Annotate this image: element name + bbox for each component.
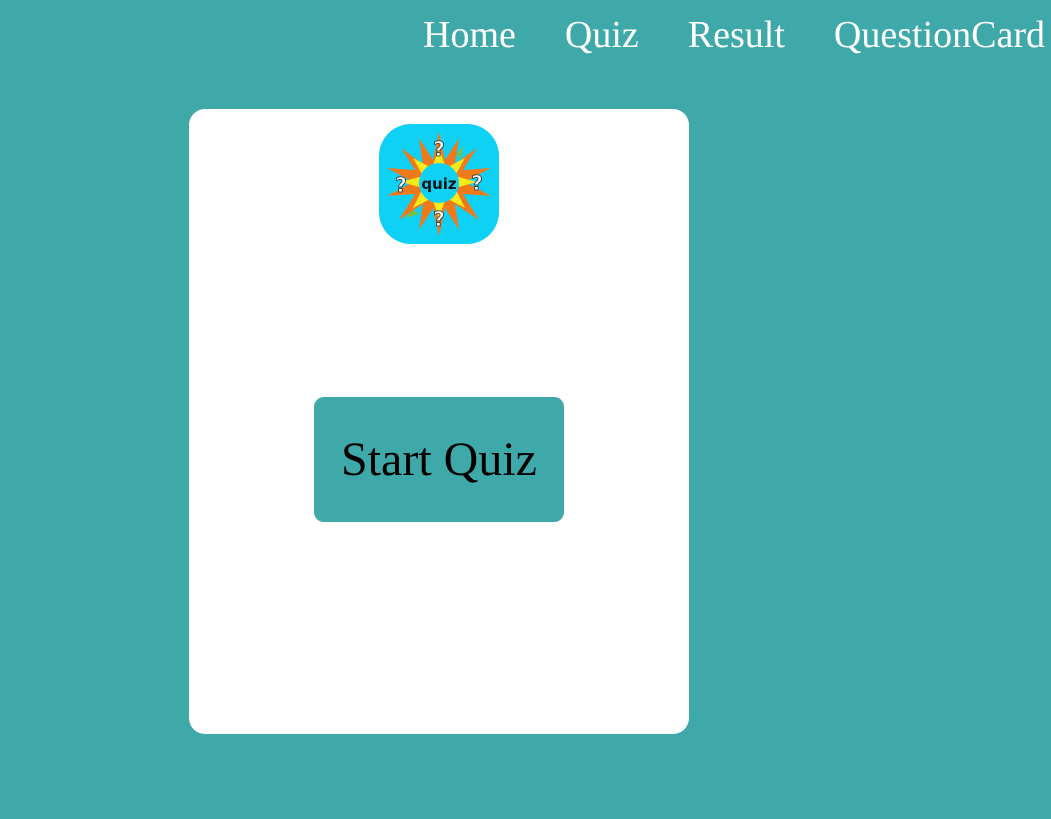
logo-question-mark: ? <box>433 137 445 161</box>
nav-questioncard[interactable]: QuestionCard <box>834 16 1045 54</box>
quiz-card: quiz ? ? ? ? Start Quiz <box>189 109 689 734</box>
nav-result[interactable]: Result <box>688 16 785 54</box>
logo-question-mark: ? <box>471 171 483 195</box>
nav-home[interactable]: Home <box>423 16 516 54</box>
top-nav: Home Quiz Result QuestionCard <box>423 0 1045 70</box>
nav-quiz[interactable]: Quiz <box>565 16 639 54</box>
quiz-logo-icon: quiz ? ? ? ? <box>379 124 499 244</box>
logo-text: quiz <box>421 175 457 193</box>
start-quiz-button[interactable]: Start Quiz <box>314 397 564 522</box>
logo-question-mark: ? <box>433 207 445 231</box>
logo-question-mark: ? <box>395 173 407 197</box>
